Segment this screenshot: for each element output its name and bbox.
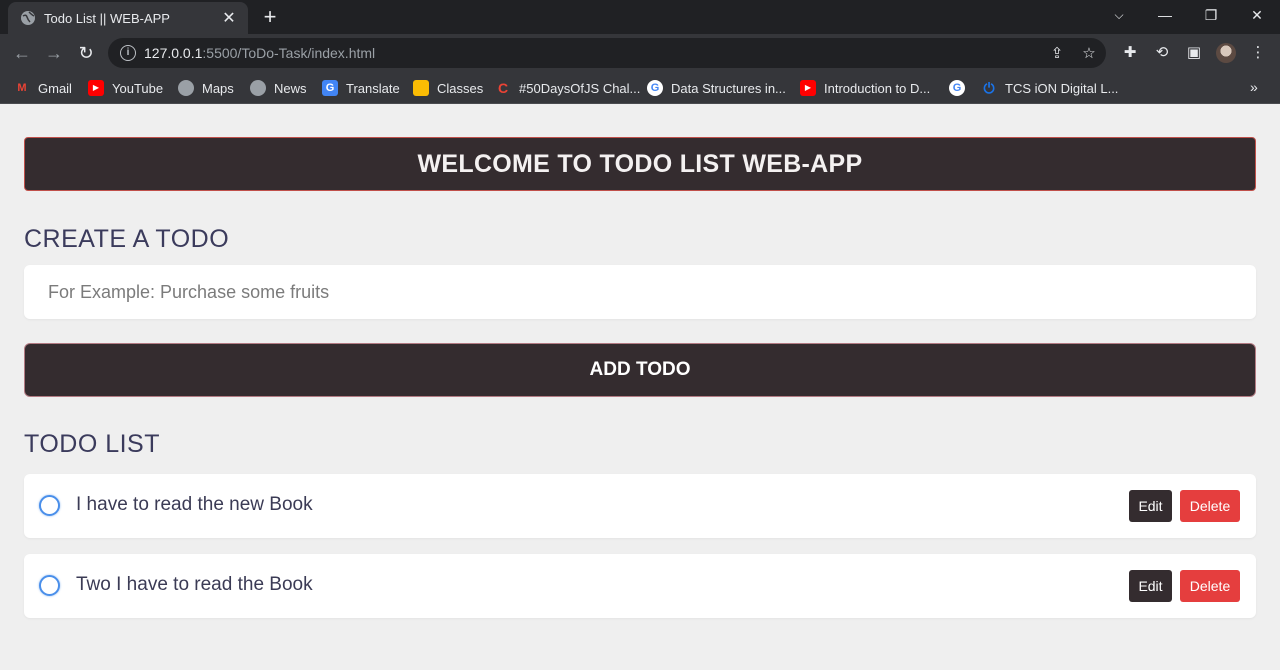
bookmark-item[interactable]: News	[250, 79, 307, 97]
profile-avatar[interactable]	[1216, 43, 1236, 63]
delete-button[interactable]: Delete	[1180, 570, 1240, 602]
bookmark-label: Data Structures in...	[671, 80, 786, 96]
bookmark-item[interactable]: ▶ Introduction to D...	[800, 79, 930, 97]
bookmark-item[interactable]: ▶ YouTube	[88, 79, 163, 97]
delete-button[interactable]: Delete	[1180, 490, 1240, 522]
todo-checkbox[interactable]	[39, 495, 60, 516]
google-icon: G	[949, 80, 965, 96]
bookmark-label: Classes	[437, 80, 484, 96]
bookmark-item[interactable]: M Gmail	[14, 79, 72, 97]
c-icon: C	[497, 80, 509, 96]
window-close-icon[interactable]: ✕	[1234, 0, 1280, 34]
bookmark-label: #50DaysOfJS Chal...	[519, 80, 641, 96]
tab-search-icon[interactable]: ⌵	[1096, 0, 1142, 34]
bookmark-label: YouTube	[112, 80, 164, 96]
page-title: WELCOME TO TODO LIST WEB-APP	[24, 137, 1256, 191]
bookmark-item[interactable]: Classes	[413, 79, 483, 97]
edit-button[interactable]: Edit	[1129, 490, 1172, 522]
browser-tab[interactable]: Todo List || WEB-APP ✕	[8, 2, 248, 34]
bookmark-item[interactable]: ⏻ TCS iON Digital L...	[981, 79, 1118, 97]
create-todo-heading: CREATE A TODO	[24, 225, 230, 253]
extension-swirl-icon[interactable]: ⟲	[1152, 43, 1172, 63]
youtube-icon: ▶	[800, 80, 816, 96]
youtube-icon: ▶	[88, 80, 104, 96]
bookmarks-bar: M Gmail ▶ YouTube Maps News G Translate …	[0, 72, 1280, 104]
bookmark-label: News	[274, 80, 307, 96]
url-host: 127.0.0.1	[144, 45, 203, 61]
close-tab-icon[interactable]: ✕	[220, 8, 238, 28]
google-icon: G	[647, 80, 663, 96]
extensions-icon[interactable]: ✚	[1120, 43, 1140, 63]
menu-dots-icon[interactable]: ⋮	[1248, 43, 1268, 63]
site-info-icon[interactable]: i	[120, 45, 136, 61]
back-arrow-icon[interactable]: ←	[10, 41, 34, 65]
todo-input[interactable]	[24, 265, 1256, 319]
globe-icon	[178, 80, 194, 96]
reload-icon[interactable]: ↻	[74, 41, 98, 65]
bookmark-label: Introduction to D...	[824, 80, 931, 96]
bookmark-item[interactable]: G	[949, 79, 973, 97]
restore-icon[interactable]: ❐	[1188, 0, 1234, 34]
forward-arrow-icon[interactable]: →	[42, 41, 66, 65]
url-path: :5500/ToDo-Task/index.html	[202, 45, 376, 61]
translate-icon: G	[322, 80, 338, 96]
bookmark-star-icon[interactable]: ☆	[1080, 45, 1098, 63]
bookmark-item[interactable]: Maps	[178, 79, 234, 97]
address-bar[interactable]: i 127.0.0.1 :5500/ToDo-Task/index.html ⇪…	[108, 38, 1106, 68]
bookmark-label: TCS iON Digital L...	[1005, 80, 1119, 96]
add-todo-button[interactable]: ADD TODO	[24, 343, 1256, 397]
globe-icon	[21, 11, 35, 25]
minimize-icon[interactable]: —	[1142, 0, 1188, 34]
todo-item: Two I have to read the Book Edit Delete	[24, 554, 1256, 618]
todo-text: Two I have to read the Book	[76, 574, 313, 595]
side-panel-icon[interactable]: ▣	[1184, 43, 1204, 63]
globe-icon	[250, 80, 266, 96]
bookmark-label: Maps	[202, 80, 234, 96]
todo-checkbox[interactable]	[39, 575, 60, 596]
tab-title: Todo List || WEB-APP	[44, 10, 170, 26]
bookmark-item[interactable]: C #50DaysOfJS Chal...	[495, 79, 640, 97]
browser-toolbar: ← → ↻ i 127.0.0.1 :5500/ToDo-Task/index.…	[0, 34, 1280, 72]
todo-list-heading: TODO LIST	[24, 430, 161, 458]
edit-button[interactable]: Edit	[1129, 570, 1172, 602]
page-content: WELCOME TO TODO LIST WEB-APP CREATE A TO…	[0, 105, 1280, 670]
bookmark-item[interactable]: G Data Structures in...	[647, 79, 786, 97]
todo-text: I have to read the new Book	[76, 494, 313, 515]
gmail-icon: M	[17, 82, 27, 94]
power-icon: ⏻	[983, 80, 995, 96]
new-tab-button[interactable]: +	[258, 6, 282, 30]
bookmark-label: Translate	[346, 80, 400, 96]
todo-item: I have to read the new Book Edit Delete	[24, 474, 1256, 538]
bookmark-item[interactable]: G Translate	[322, 79, 400, 97]
more-bookmarks-icon[interactable]: »	[1250, 79, 1258, 95]
browser-tab-bar: Todo List || WEB-APP ✕ + ⌵ — ❐ ✕	[0, 0, 1280, 34]
bookmark-label: Gmail	[38, 80, 72, 96]
classes-icon	[413, 80, 429, 96]
share-icon[interactable]: ⇪	[1048, 45, 1066, 63]
